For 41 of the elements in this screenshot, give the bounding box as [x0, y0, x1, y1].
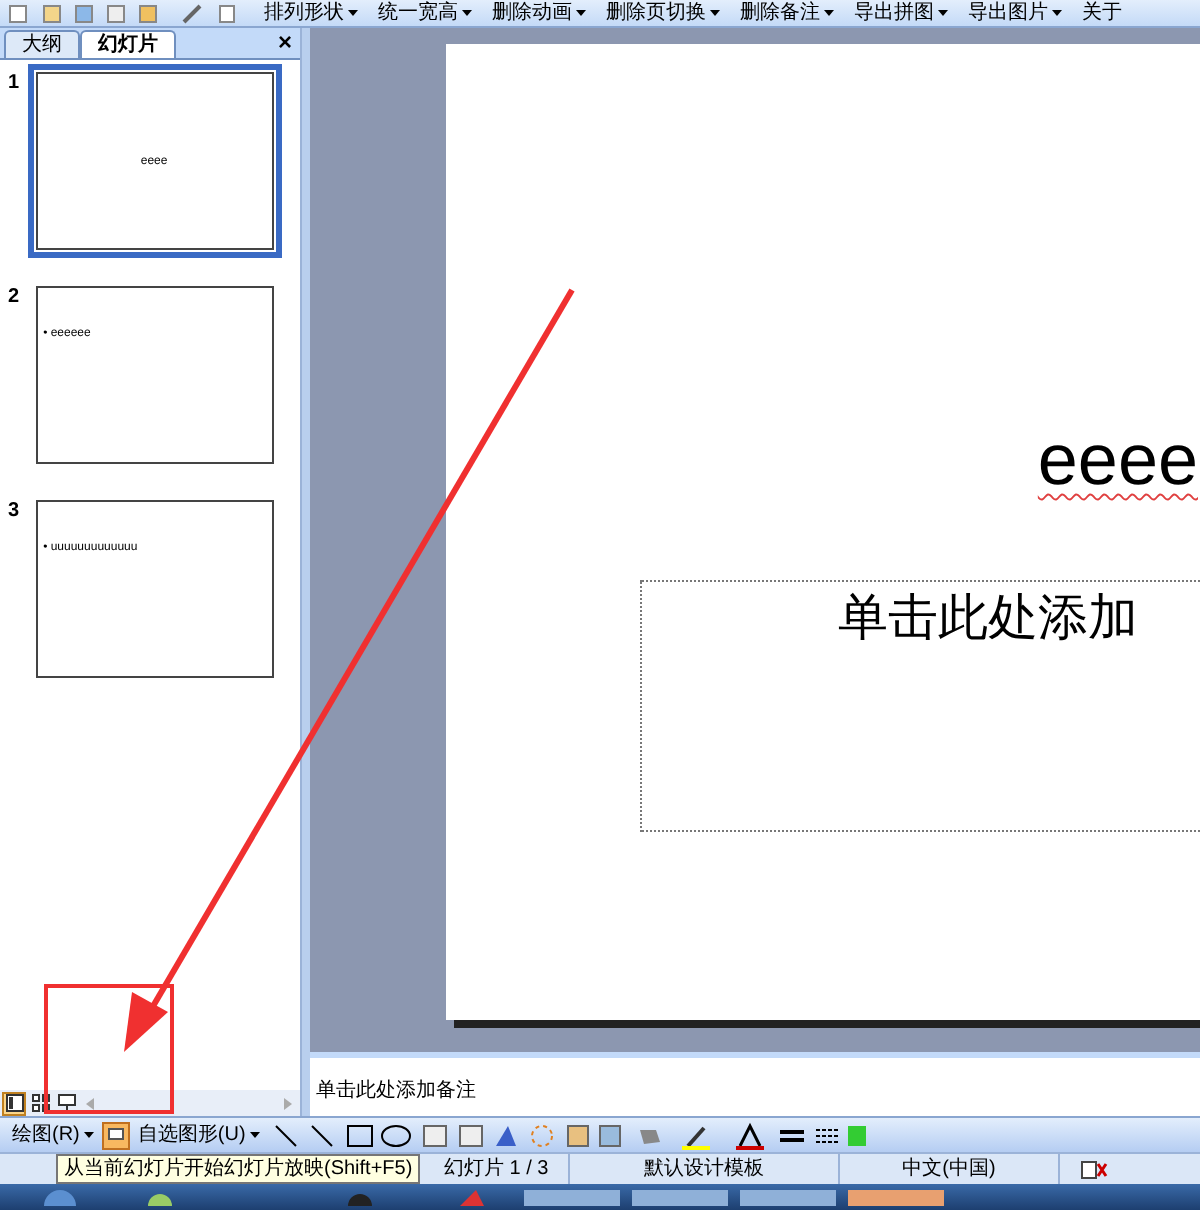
caret-icon	[938, 10, 948, 16]
toolbar-button[interactable]: 删除页切换	[602, 3, 724, 23]
slide-number: 1	[8, 70, 20, 98]
pane-tab[interactable]: 大纲	[4, 30, 80, 58]
caret-icon	[824, 10, 834, 16]
draw-menu[interactable]: 绘图(R)	[12, 1120, 94, 1150]
slide-number: 2	[8, 284, 20, 312]
toolbar-button[interactable]: 统一宽高	[374, 3, 476, 23]
toolbar-button[interactable]: 删除动画	[488, 3, 590, 23]
caret-icon	[249, 1132, 260, 1138]
tooltip: 从当前幻灯片开始幻灯片放映(Shift+F5)	[56, 1154, 421, 1184]
pane-tab[interactable]: 幻灯片	[80, 30, 176, 58]
slide-title: eeee	[1037, 424, 1198, 496]
toolbar-button[interactable]: 导出图片	[964, 3, 1066, 23]
slideshow-button[interactable]	[101, 1121, 130, 1149]
highlight-rectangle	[44, 984, 174, 1114]
status-text: 默认设计模板	[644, 1155, 764, 1184]
slide-number: 3	[8, 498, 20, 526]
subtitle-placeholder[interactable]: 单击此处添加	[640, 580, 1200, 832]
caret-icon	[710, 10, 720, 16]
autoshapes-menu[interactable]: 自选图形(U)	[137, 1120, 260, 1150]
caret-icon	[348, 10, 358, 16]
caret-icon	[462, 10, 472, 16]
spelling-icon	[1080, 1159, 1108, 1179]
toolbar-button[interactable]: 删除备注	[736, 3, 838, 23]
slideshow-icon	[107, 1127, 124, 1143]
notes-placeholder: 单击此处添加备注	[316, 1080, 476, 1102]
status-text: 幻灯片 1 / 3	[444, 1155, 549, 1184]
caret-icon	[83, 1132, 94, 1138]
toolbar-button[interactable]: 导出拼图	[850, 3, 952, 23]
notes-pane[interactable]: 单击此处添加备注	[310, 1052, 1200, 1116]
status-text: 中文(中国)	[902, 1155, 996, 1184]
caret-icon	[1052, 10, 1062, 16]
subtitle-text: 单击此处添加	[838, 592, 1138, 646]
caret-icon	[576, 10, 586, 16]
close-button[interactable]: ×	[277, 30, 292, 54]
normal-view-button[interactable]	[2, 1091, 26, 1115]
toolbar-button[interactable]: 关于	[1078, 3, 1126, 23]
slide-show-button[interactable]	[54, 1091, 78, 1115]
toolbar-button[interactable]: 排列形状	[260, 3, 362, 23]
slide-sorter-button[interactable]	[28, 1091, 52, 1115]
